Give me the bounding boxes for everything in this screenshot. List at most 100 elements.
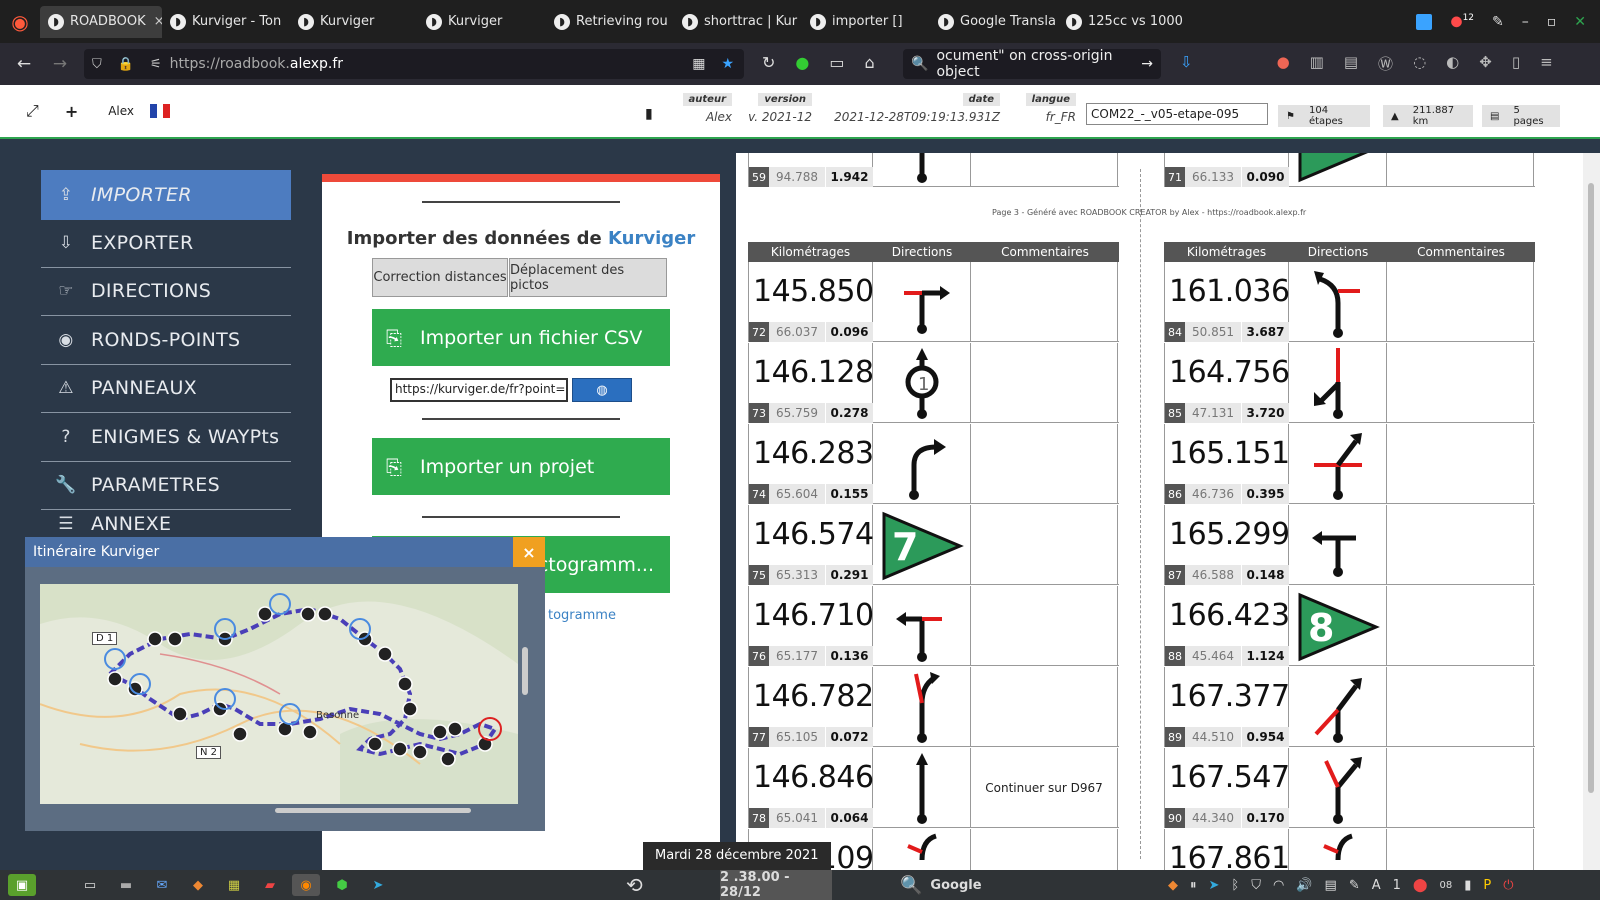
- shield-tray-icon[interactable]: ⛉: [1251, 878, 1261, 893]
- globe-button[interactable]: ◍: [572, 378, 632, 402]
- map-popup-title[interactable]: Itinéraire Kurviger: [25, 537, 545, 567]
- home-icon[interactable]: ⌂: [865, 53, 875, 72]
- direction-cell[interactable]: 8: [1289, 153, 1387, 187]
- extension-green-icon[interactable]: ●: [795, 53, 809, 72]
- km-cell[interactable]: 166.423 88 45.464 1.124: [1164, 586, 1290, 666]
- telegram-icon[interactable]: ➤: [364, 874, 392, 896]
- taskbar-search[interactable]: 🔍 Google: [900, 870, 982, 900]
- browser-tab[interactable]: ◗ shorttrac | Kur: [674, 6, 802, 38]
- app-tray-icon[interactable]: ◆: [1168, 878, 1178, 893]
- app-orange-icon[interactable]: ◆: [184, 874, 212, 896]
- direction-cell[interactable]: [873, 153, 971, 187]
- direction-pictogram[interactable]: 8: [1289, 586, 1387, 666]
- km-cell[interactable]: 164.756 85 47.131 3.720: [1164, 343, 1290, 423]
- app-hex-icon[interactable]: ⬢: [328, 874, 356, 896]
- km-cell[interactable]: 167.377 89 44.510 0.954: [1164, 667, 1290, 747]
- extension-move-icon[interactable]: ✥: [1479, 53, 1492, 74]
- browser-tab[interactable]: ◗ 125cc vs 1000: [1058, 6, 1186, 38]
- km-cell[interactable]: 146.710 76 65.177 0.136: [748, 586, 874, 666]
- pause-icon[interactable]: ⏸: [1190, 878, 1197, 893]
- direction-pictogram[interactable]: [873, 667, 971, 747]
- direction-pictogram[interactable]: 1: [873, 343, 971, 423]
- bluetooth-icon[interactable]: ᛒ: [1231, 878, 1239, 893]
- comment-cell[interactable]: [971, 505, 1118, 585]
- comment-cell[interactable]: [971, 343, 1118, 423]
- french-flag-icon[interactable]: [150, 104, 171, 118]
- sidebar-item-ronds-points[interactable]: ◉ RONDS-POINTS: [41, 315, 291, 365]
- app-red-icon[interactable]: ▰: [256, 874, 284, 896]
- direction-pictogram[interactable]: [1289, 262, 1387, 342]
- taskbar-clock[interactable]: 2 .38.00 - 28/12: [720, 870, 832, 900]
- forward-icon[interactable]: →: [42, 54, 78, 74]
- comment-cell[interactable]: [1387, 829, 1534, 870]
- direction-pictogram[interactable]: [873, 829, 971, 870]
- scrollbar-thumb[interactable]: [1588, 183, 1594, 793]
- mint-menu-icon[interactable]: ◉: [0, 0, 40, 43]
- comment-cell[interactable]: [1387, 153, 1534, 187]
- comment-cell[interactable]: [971, 829, 1118, 870]
- km-cell[interactable]: 167.861: [1164, 829, 1290, 870]
- direction-pictogram[interactable]: [1289, 748, 1387, 828]
- go-arrow-icon[interactable]: →: [1141, 56, 1153, 72]
- document-icon[interactable]: ▮: [645, 106, 653, 122]
- map-horizontal-scrollbar[interactable]: [275, 808, 471, 813]
- search-bar[interactable]: 🔍 ocument" on cross-origin object →: [903, 48, 1161, 80]
- clipboard-icon[interactable]: ▤: [1325, 878, 1337, 893]
- km-cell[interactable]: 161.036 84 50.851 3.687: [1164, 262, 1290, 342]
- sidebar-item-annexe[interactable]: ☰ ANNEXE: [41, 508, 291, 540]
- km-cell[interactable]: 145.850 72 66.037 0.096: [748, 262, 874, 342]
- permissions-icon[interactable]: ⚟: [150, 57, 162, 72]
- add-icon[interactable]: +: [65, 102, 78, 121]
- comment-cell[interactable]: [971, 262, 1118, 342]
- extension-mask-icon[interactable]: ◐: [1446, 53, 1459, 74]
- user-name[interactable]: Alex: [108, 104, 134, 118]
- direction-pictogram[interactable]: [1289, 424, 1387, 504]
- fullscreen-icon[interactable]: ⤢: [26, 101, 39, 121]
- power-icon[interactable]: ⏻: [1503, 878, 1513, 893]
- browser-tab[interactable]: ◗ Retrieving rou: [546, 6, 674, 38]
- language-flag-icon[interactable]: ▮: [1464, 878, 1471, 893]
- close-tab-icon[interactable]: ×: [154, 14, 162, 29]
- wifi-icon[interactable]: ◠: [1273, 878, 1284, 893]
- comment-cell[interactable]: [1387, 586, 1534, 666]
- comment-cell[interactable]: [1387, 343, 1534, 423]
- direction-pictogram[interactable]: [1289, 667, 1387, 747]
- direction-pictogram[interactable]: [1289, 343, 1387, 423]
- km-cell[interactable]: 146.846 78 65.041 0.064: [748, 748, 874, 828]
- import-csv-button[interactable]: ⎘ Importer un fichier CSV: [372, 309, 670, 366]
- comment-cell[interactable]: [971, 424, 1118, 504]
- bookmark-star-icon[interactable]: ★: [721, 56, 734, 72]
- app-grid-icon[interactable]: ▦: [220, 874, 248, 896]
- telegram-tray-icon[interactable]: ➤: [1209, 878, 1220, 893]
- direction-pictogram[interactable]: [1289, 829, 1387, 870]
- extension-circle-icon[interactable]: ◌: [1413, 53, 1426, 74]
- pen-tray-icon[interactable]: ✎: [1349, 878, 1360, 893]
- url-bar[interactable]: ⛉ 🔒 ⚟ https://roadbook.alexp.fr ▦ ★: [84, 49, 744, 79]
- comment-cell[interactable]: [1387, 667, 1534, 747]
- direction-pictogram[interactable]: [873, 424, 971, 504]
- sidebar-toggle-icon[interactable]: ▯: [1512, 53, 1520, 74]
- comment-cell[interactable]: [1387, 505, 1534, 585]
- library-icon[interactable]: ▥: [1310, 53, 1324, 74]
- comment-cell[interactable]: [1387, 748, 1534, 828]
- comment-cell[interactable]: Continuer sur D967: [971, 748, 1118, 828]
- document-scrollbar[interactable]: [1583, 153, 1600, 870]
- km-cell[interactable]: 167.547 90 44.340 0.170: [1164, 748, 1290, 828]
- map-canvas[interactable]: [40, 584, 518, 804]
- browser-tab[interactable]: ◗ ROADBOOK ×: [40, 5, 162, 38]
- files-icon[interactable]: ▬: [112, 874, 140, 896]
- kurviger-url-input[interactable]: https://kurviger.de/fr?point=: [390, 378, 568, 402]
- import-project-button[interactable]: ⎘ Importer un projet: [372, 438, 670, 495]
- direction-pictogram[interactable]: [873, 262, 971, 342]
- reload-icon[interactable]: ↻: [762, 53, 775, 72]
- mail-icon[interactable]: ✉: [148, 874, 176, 896]
- browser-tab[interactable]: ◗ Google Transla: [930, 6, 1058, 38]
- direction-pictogram[interactable]: 7: [873, 505, 971, 585]
- comment-cell[interactable]: [1387, 262, 1534, 342]
- sidebar-item-panneaux[interactable]: ⚠ PANNEAUX: [41, 363, 291, 413]
- extension-fox-icon[interactable]: ●: [1277, 53, 1290, 74]
- map-vertical-scrollbar[interactable]: [522, 647, 528, 695]
- back-icon[interactable]: ←: [6, 54, 42, 74]
- route-map[interactable]: Besonne D 1 N 2: [40, 584, 518, 804]
- tab-deplacement-pictos[interactable]: Déplacement des pictos: [509, 258, 667, 297]
